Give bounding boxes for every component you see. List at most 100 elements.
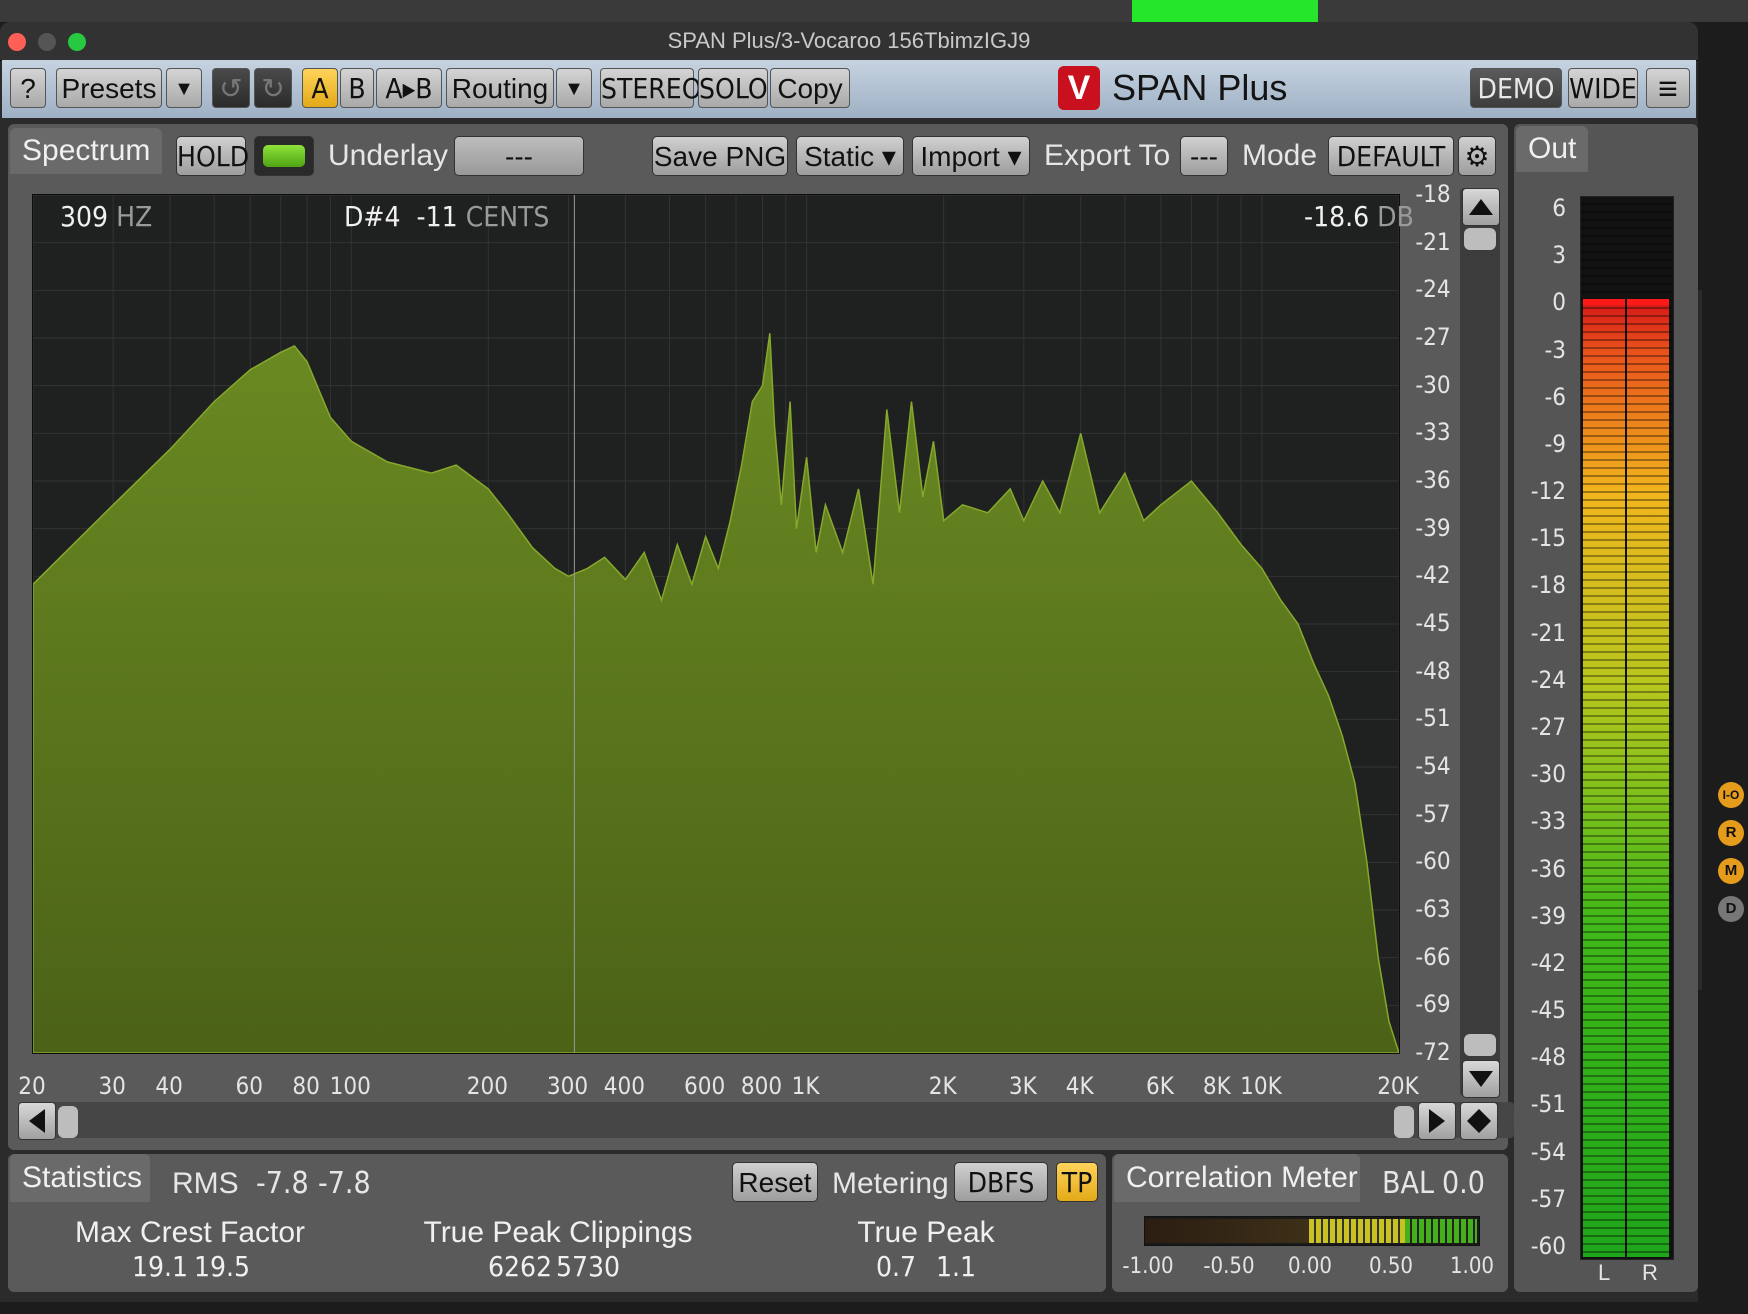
settings-gear-icon[interactable]: ⚙ (1458, 136, 1496, 176)
tab-out[interactable]: Out (1516, 126, 1588, 172)
presets-button[interactable]: Presets (56, 68, 162, 108)
solo-button[interactable]: SOLO (698, 68, 768, 108)
static-dropdown[interactable]: Static ▾ (796, 136, 904, 176)
x-tick-label: 80 (292, 1072, 320, 1100)
hold-led-toggle[interactable] (254, 136, 314, 176)
out-tick-label: -36 (1530, 854, 1566, 883)
host-track-clip (1132, 0, 1318, 22)
out-tick-label: -51 (1530, 1090, 1566, 1119)
out-tick-label: -54 (1530, 1137, 1566, 1166)
y-tick-label: -63 (1415, 895, 1451, 923)
reset-zoom-button[interactable] (1460, 1102, 1498, 1140)
y-tick-label: -72 (1415, 1038, 1451, 1066)
note-value: D#4 (344, 200, 401, 233)
y-tick-label: -54 (1415, 752, 1451, 780)
spectrum-svg (33, 195, 1399, 1053)
freq-readout: 309 HZ (60, 200, 152, 233)
out-tick-label: -57 (1530, 1184, 1566, 1213)
y-tick-label: -30 (1415, 370, 1451, 399)
export-label: Export To (1044, 139, 1171, 172)
x-tick-label: 3K (1008, 1072, 1037, 1100)
help-button[interactable]: ? (10, 68, 46, 108)
scroll-up-button[interactable] (1462, 188, 1500, 226)
menu-icon[interactable]: ≡ (1646, 68, 1690, 108)
freq-right-handle[interactable] (1394, 1106, 1414, 1138)
balance-label: BAL (1382, 1166, 1435, 1201)
true-peak-button[interactable]: TP (1056, 1162, 1098, 1202)
y-tick-label: -69 (1415, 990, 1451, 1019)
disable-indicator[interactable]: D (1718, 896, 1744, 922)
wide-button[interactable]: WIDE (1568, 68, 1638, 108)
hold-button[interactable]: HOLD (176, 136, 249, 176)
range-bottom-handle[interactable] (1464, 1034, 1496, 1056)
correlation-negative-zone (1145, 1219, 1309, 1243)
freq-unit: HZ (116, 200, 153, 233)
io-indicator[interactable]: I-O (1718, 782, 1744, 808)
correlation-fill-green (1405, 1219, 1477, 1243)
out-tick-label: -33 (1530, 807, 1566, 836)
note-readout: D#4 -11 CENTS (344, 200, 549, 233)
redo-icon[interactable]: ↻ (254, 68, 292, 108)
scroll-right-button[interactable] (1418, 1102, 1456, 1140)
frequency-scrollbar[interactable] (20, 1102, 1514, 1138)
x-tick-label: 200 (466, 1072, 508, 1100)
freq-left-handle[interactable] (58, 1106, 78, 1138)
y-tick-label: -24 (1415, 275, 1451, 304)
reset-button[interactable]: Reset (732, 1162, 818, 1202)
tab-spectrum[interactable]: Spectrum (10, 128, 162, 174)
led-indicator (263, 145, 305, 167)
crest-label: Max Crest Factor (74, 1216, 306, 1249)
presets-dropdown[interactable]: ▼ (166, 68, 202, 108)
mode-select[interactable]: DEFAULT (1328, 136, 1454, 176)
out-tick-label: -42 (1530, 948, 1566, 977)
export-select[interactable]: --- (1180, 136, 1228, 176)
tab-correlation[interactable]: Correlation Meter (1114, 1154, 1360, 1202)
x-tick-label: 30 (98, 1072, 126, 1100)
undo-icon[interactable]: ↺ (212, 68, 250, 108)
brand-name: SPAN Plus (1112, 67, 1288, 108)
copy-button[interactable]: Copy (770, 68, 850, 108)
stereo-button[interactable]: STEREO (600, 68, 702, 108)
host-track-strip (0, 0, 1748, 22)
scroll-left-button[interactable] (18, 1102, 56, 1140)
out-tick-label: -24 (1530, 665, 1566, 694)
true-peak-label: True Peak (857, 1216, 995, 1249)
x-tick-label: 1K (791, 1072, 820, 1100)
spectrum-plot[interactable] (32, 194, 1400, 1054)
tab-statistics[interactable]: Statistics (10, 1154, 150, 1202)
routing-button[interactable]: Routing (446, 68, 554, 108)
y-tick-label: -66 (1415, 942, 1451, 971)
save-png-button[interactable]: Save PNG (652, 136, 788, 176)
demo-button[interactable]: DEMO (1470, 68, 1562, 108)
import-dropdown[interactable]: Import ▾ (912, 136, 1030, 176)
y-tick-label: -39 (1415, 513, 1451, 542)
triangle-up-icon (1469, 199, 1493, 215)
x-tick-label: 100 (329, 1072, 371, 1100)
correlation-tick-label: 0.50 (1368, 1254, 1414, 1279)
x-tick-label: 20 (18, 1072, 46, 1100)
preset-b-button[interactable]: B (340, 68, 374, 108)
underlay-select[interactable]: --- (454, 136, 584, 176)
triangle-right-icon (1429, 1109, 1445, 1133)
y-tick-label: -51 (1415, 704, 1451, 733)
out-tick-label: 3 (1552, 241, 1566, 270)
dbfs-button[interactable]: DBFS (954, 1162, 1048, 1202)
mode-label: Mode (1242, 139, 1318, 172)
balance-value: 0.0 (1442, 1166, 1485, 1201)
x-tick-label: 8K (1202, 1072, 1231, 1100)
mute-indicator[interactable]: M (1718, 858, 1744, 884)
scroll-down-button[interactable] (1462, 1060, 1500, 1098)
out-tick-label: -3 (1544, 335, 1566, 364)
y-tick-label: -48 (1415, 656, 1451, 685)
crest-right-value: 19.5 (193, 1250, 251, 1283)
range-scrollbar[interactable] (1460, 188, 1500, 1096)
routing-dropdown[interactable]: ▼ (556, 68, 592, 108)
preset-a-button[interactable]: A (302, 68, 338, 108)
record-indicator[interactable]: R (1718, 820, 1744, 846)
range-top-handle[interactable] (1464, 228, 1496, 250)
meter-left-label: L (1598, 1260, 1611, 1285)
copy-a-to-b-button[interactable]: A▸B (376, 68, 442, 108)
out-tick-label: -39 (1530, 901, 1566, 930)
true-peak-right-value: 1.1 (935, 1250, 977, 1283)
y-tick-label: -27 (1415, 323, 1451, 351)
